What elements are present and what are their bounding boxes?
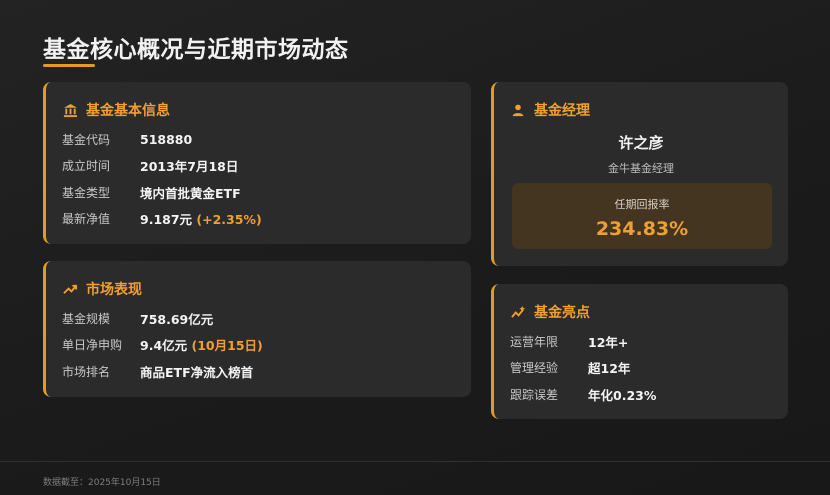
basic-info-header: 基金基本信息	[62, 100, 170, 120]
row-value: 超12年	[588, 361, 631, 377]
row-label: 基金代码	[62, 132, 111, 147]
subscription-date: (10月15日)	[191, 338, 263, 354]
table-row: 管理经验 超12年	[510, 355, 656, 382]
table-row: 成立时间 2013年7月18日	[62, 153, 262, 180]
nav-value: 9.187元	[140, 212, 193, 228]
row-value: 境内首批黄金ETF	[140, 185, 241, 201]
row-value-group: 9.4亿元 (10月15日)	[140, 335, 263, 354]
row-label: 最新净值	[62, 212, 111, 227]
row-label: 单日净申购	[62, 338, 123, 353]
manager-company: 金牛基金经理	[608, 162, 674, 175]
nav-change: (+2.35%)	[196, 212, 262, 228]
table-row: 市场排名 商品ETF净流入榜首	[62, 358, 263, 385]
return-value: 234.83%	[595, 218, 689, 240]
row-label: 运营年限	[510, 334, 559, 349]
title-underline	[43, 64, 95, 67]
basic-info-rows: 基金代码 518880 成立时间 2013年7月18日 基金类型 境内首批黄金E…	[62, 126, 262, 232]
row-value-group: 9.187元 (+2.35%)	[140, 209, 262, 228]
row-label: 基金类型	[62, 185, 111, 200]
market-title: 市场表现	[86, 282, 142, 298]
highlights-rows: 运营年限 12年+ 管理经验 超12年 跟踪误差 年化0.23%	[510, 328, 656, 408]
market-card: 市场表现 基金规模 758.69亿元 单日净申购 9.4亿元 (10月15日) …	[43, 261, 471, 397]
row-value: 758.69亿元	[140, 311, 214, 327]
table-row: 单日净申购 9.4亿元 (10月15日)	[62, 332, 263, 359]
highlights-title: 基金亮点	[534, 305, 590, 321]
table-row: 基金规模 758.69亿元	[62, 305, 263, 332]
row-label: 市场排名	[62, 364, 111, 379]
row-label: 成立时间	[62, 159, 111, 174]
row-label: 基金规模	[62, 311, 111, 326]
table-row: 基金代码 518880	[62, 126, 262, 153]
basic-info-title: 基金基本信息	[86, 103, 170, 119]
manager-card: 基金经理 许之彦 金牛基金经理 任期回报率 234.83%	[491, 82, 788, 266]
footer-divider	[0, 461, 830, 462]
page-title: 基金核心概况与近期市场动态	[43, 37, 349, 63]
row-value: 518880	[140, 131, 193, 147]
manager-title: 基金经理	[534, 103, 590, 119]
table-row: 基金类型 境内首批黄金ETF	[62, 179, 262, 206]
table-row: 运营年限 12年+	[510, 328, 656, 355]
manager-name: 许之彦	[618, 134, 664, 152]
bank-icon	[62, 102, 78, 118]
row-value: 2013年7月18日	[140, 159, 239, 175]
highlights-card: 基金亮点 运营年限 12年+ 管理经验 超12年 跟踪误差 年化0.23%	[491, 284, 788, 419]
sparkle-chart-icon	[510, 304, 526, 320]
row-value: 商品ETF净流入榜首	[140, 364, 254, 380]
row-value: 年化0.23%	[588, 387, 657, 403]
row-value: 12年+	[588, 334, 629, 350]
return-box: 任期回报率 234.83%	[512, 183, 772, 249]
row-label: 跟踪误差	[510, 387, 559, 402]
user-icon	[510, 102, 526, 118]
data-date-footer: 数据截至：2025年10月15日	[43, 478, 161, 488]
trend-up-icon	[62, 281, 78, 297]
manager-header: 基金经理	[510, 100, 590, 120]
basic-info-card: 基金基本信息 基金代码 518880 成立时间 2013年7月18日 基金类型 …	[43, 82, 471, 244]
highlights-header: 基金亮点	[510, 302, 590, 322]
subscription-value: 9.4亿元	[140, 338, 188, 354]
return-label: 任期回报率	[614, 198, 670, 211]
row-label: 管理经验	[510, 361, 559, 376]
market-rows: 基金规模 758.69亿元 单日净申购 9.4亿元 (10月15日) 市场排名 …	[62, 305, 263, 385]
market-header: 市场表现	[62, 279, 142, 299]
table-row: 最新净值 9.187元 (+2.35%)	[62, 206, 262, 233]
table-row: 跟踪误差 年化0.23%	[510, 381, 656, 408]
